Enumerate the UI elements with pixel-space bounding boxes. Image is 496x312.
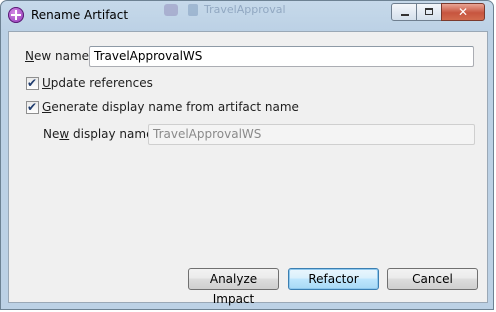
new-display-name-label-text: display name: xyxy=(69,127,158,141)
maximize-icon xyxy=(425,8,433,15)
background-file-icon xyxy=(188,4,198,16)
maximize-button[interactable] xyxy=(416,3,442,21)
update-references-checkbox[interactable]: ✔ xyxy=(26,76,39,90)
checkmark-icon: ✔ xyxy=(27,100,38,114)
dialog-body: New name: TravelApprovalWS ✔ Update refe… xyxy=(8,31,488,306)
analyze-impact-mnemonic: A xyxy=(209,272,219,286)
close-button[interactable]: ✕ xyxy=(441,3,485,21)
generate-display-name-mnemonic: G xyxy=(42,100,52,114)
background-app-icon xyxy=(164,4,178,16)
new-display-name-label-prefix: Ne xyxy=(43,127,60,141)
new-name-label-text: ew name: xyxy=(33,49,94,63)
update-references-label-text: pdate references xyxy=(50,76,153,90)
analyze-impact-button[interactable]: Analyze Impact xyxy=(188,268,279,306)
rename-artifact-dialog: Rename Artifact TravelApproval ✕ New nam… xyxy=(0,0,494,310)
update-references-label[interactable]: Update references xyxy=(42,76,153,90)
checkmark-icon: ✔ xyxy=(27,76,38,90)
new-display-name-label: New display name: xyxy=(43,127,158,141)
new-name-label: New name: xyxy=(25,49,93,63)
generate-display-name-label-text: enerate display name from artifact name xyxy=(51,100,299,114)
new-name-input[interactable]: TravelApprovalWS xyxy=(89,46,474,67)
generate-display-name-checkbox[interactable]: ✔ xyxy=(26,100,39,114)
generate-display-name-label[interactable]: Generate display name from artifact name xyxy=(42,100,299,114)
analyze-impact-label: nalyze Impact xyxy=(212,272,258,306)
new-display-name-mnemonic: w xyxy=(59,127,70,141)
close-icon: ✕ xyxy=(457,5,469,19)
update-references-mnemonic: U xyxy=(42,76,51,90)
background-window-title: TravelApproval xyxy=(164,3,286,17)
minimize-button[interactable] xyxy=(391,3,417,21)
title-bar[interactable]: Rename Artifact TravelApproval ✕ xyxy=(1,1,493,31)
new-name-mnemonic: N xyxy=(25,49,34,63)
refactor-button[interactable]: Refactor xyxy=(288,268,379,290)
app-icon xyxy=(8,7,24,23)
cancel-button[interactable]: Cancel xyxy=(387,268,478,290)
minimize-icon xyxy=(401,14,409,16)
dialog-title: Rename Artifact xyxy=(31,8,129,22)
background-title-text: TravelApproval xyxy=(204,3,286,16)
new-display-name-input: TravelApprovalWS xyxy=(148,124,475,145)
